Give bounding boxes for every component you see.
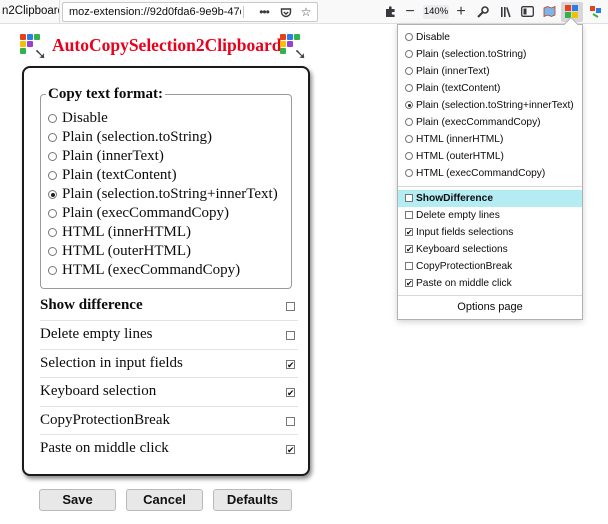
radio-button[interactable] [405,67,413,75]
radio-button-selected[interactable] [405,101,413,109]
radio-button[interactable] [405,50,413,58]
popup-option-label: Delete empty lines [416,210,500,221]
popup-option-label: Paste on middle click [416,278,512,289]
popup-option-label: Input fields selections [416,227,514,238]
radio-button[interactable] [405,152,413,160]
zoom-in-icon[interactable]: + [452,2,470,22]
app-logo-icon: ➘ [20,34,48,62]
radio-button[interactable] [405,33,413,41]
url-bar[interactable]: moz-extension://92d0fda6-9e9b-47d5 ••• ☆ [62,2,318,22]
option-label: Show difference [40,297,143,313]
keyboard-selection-checkbox[interactable]: ✔ [286,388,295,398]
option-row-keyboard-selection[interactable]: Keyboard selection ✔ [40,377,298,405]
input-fields-checkbox[interactable]: ✔ [286,360,295,370]
option-label: Delete empty lines [40,326,153,342]
option-row-copy-protection-break[interactable]: CopyProtectionBreak [40,406,298,434]
radio-button[interactable] [48,133,57,142]
popup-checkbox[interactable] [405,211,413,219]
radio-button[interactable] [48,152,57,161]
format-option-label: Plain (textContent) [62,167,177,183]
option-row-show-difference[interactable]: Show difference [40,292,298,320]
radio-button[interactable] [48,171,57,180]
option-row-paste-middle-click[interactable]: Paste on middle click ✔ [40,434,298,462]
option-label: Selection in input fields [40,355,183,371]
format-option-label: Disable [62,110,108,126]
radio-button[interactable] [48,247,57,256]
option-label: CopyProtectionBreak [40,412,170,428]
popup-checkbox[interactable]: ✔ [405,245,413,254]
other-extension-icon[interactable] [586,2,604,22]
popup-format-label: HTML (execCommandCopy) [416,168,546,179]
popup-format-label: Plain (selection.toString+innerText) [416,100,574,111]
option-label: Paste on middle click [40,440,169,456]
popup-format-label: HTML (innerHTML) [416,134,504,145]
options-page-link[interactable]: Options page [398,297,582,317]
page-actions-icon[interactable]: ••• [253,4,275,22]
browser-tab[interactable]: n2Clipboard) [0,0,60,24]
format-option-label: Plain (selection.toString) [62,129,212,145]
popup-format-label: HTML (outerHTML) [416,151,504,162]
popup-format-label: Plain (textContent) [416,83,501,94]
save-button[interactable]: Save [39,489,116,511]
popup-format-label: Plain (innerText) [416,66,490,77]
format-option-label: HTML (outerHTML) [62,243,191,259]
format-option-label: Plain (innerText) [62,148,164,164]
browser-toolbar: n2Clipboard) moz-extension://92d0fda6-9e… [0,0,608,24]
popup-divider [398,295,582,296]
cancel-button[interactable]: Cancel [126,489,203,511]
popup-option-label: CopyProtectionBreak [416,261,513,272]
show-difference-checkbox[interactable] [286,302,295,311]
page-title: AutoCopySelection2Clipboard [52,35,282,55]
format-option-label: Plain (execCommandCopy) [62,205,230,221]
radio-button[interactable] [48,228,57,237]
radio-button[interactable] [405,135,413,143]
popup-option-label: ShowDifference [416,193,493,204]
delete-empty-lines-checkbox[interactable] [286,331,295,340]
bookmark-star-icon[interactable]: ☆ [297,4,315,22]
copy-format-fieldset: Copy text format: Disable Plain (selecti… [40,86,292,289]
popup-checkbox[interactable]: ✔ [405,279,413,288]
popup-divider [398,186,582,187]
settings-panel: Copy text format: Disable Plain (selecti… [22,66,310,476]
extension-popup: Disable Plain (selection.toString) Plain… [397,16,583,320]
radio-button[interactable] [405,84,413,92]
popup-checkbox[interactable]: ✔ [405,228,413,237]
customize-wrench-icon[interactable] [474,2,492,22]
format-option-label: HTML (execCommandCopy) [62,262,241,278]
zoom-level[interactable]: 140% [423,5,449,19]
popup-option-label: Keyboard selections [416,244,508,255]
radio-button[interactable] [405,169,413,177]
url-text[interactable]: moz-extension://92d0fda6-9e9b-47d5 [69,3,241,21]
zoom-out-icon[interactable]: − [401,2,419,22]
autocopy-logo-icon [565,5,579,19]
popup-checkbox[interactable] [405,262,413,270]
library-icon[interactable] [497,2,515,22]
radio-button-selected[interactable] [48,190,57,199]
paste-middle-click-checkbox[interactable]: ✔ [286,445,295,455]
popup-checkbox[interactable] [405,194,413,202]
app-logo-icon: ➘ [280,34,308,62]
pocket-icon[interactable] [277,4,295,22]
copy-format-legend: Copy text format: [46,86,165,103]
defaults-button[interactable]: Defaults [213,489,292,511]
popup-format-label: Plain (selection.toString) [416,49,527,60]
radio-button[interactable] [48,209,57,218]
radio-button[interactable] [48,114,57,123]
option-row-input-fields[interactable]: Selection in input fields ✔ [40,349,298,377]
option-label: Keyboard selection [40,383,157,399]
format-option-label: HTML (innerHTML) [62,224,191,240]
url-separator [243,6,244,18]
popup-format-label: Plain (execCommandCopy) [416,117,541,128]
sidebar-icon[interactable] [518,2,536,22]
radio-button[interactable] [48,266,57,275]
option-row-delete-empty-lines[interactable]: Delete empty lines [40,320,298,348]
extensions-puzzle-icon[interactable] [381,2,399,22]
map-extension-icon[interactable] [540,2,558,22]
copy-protection-break-checkbox[interactable] [286,417,295,426]
format-option-label: Plain (selection.toString+innerText) [62,186,278,202]
radio-button[interactable] [405,118,413,126]
popup-format-label: Disable [416,32,450,43]
